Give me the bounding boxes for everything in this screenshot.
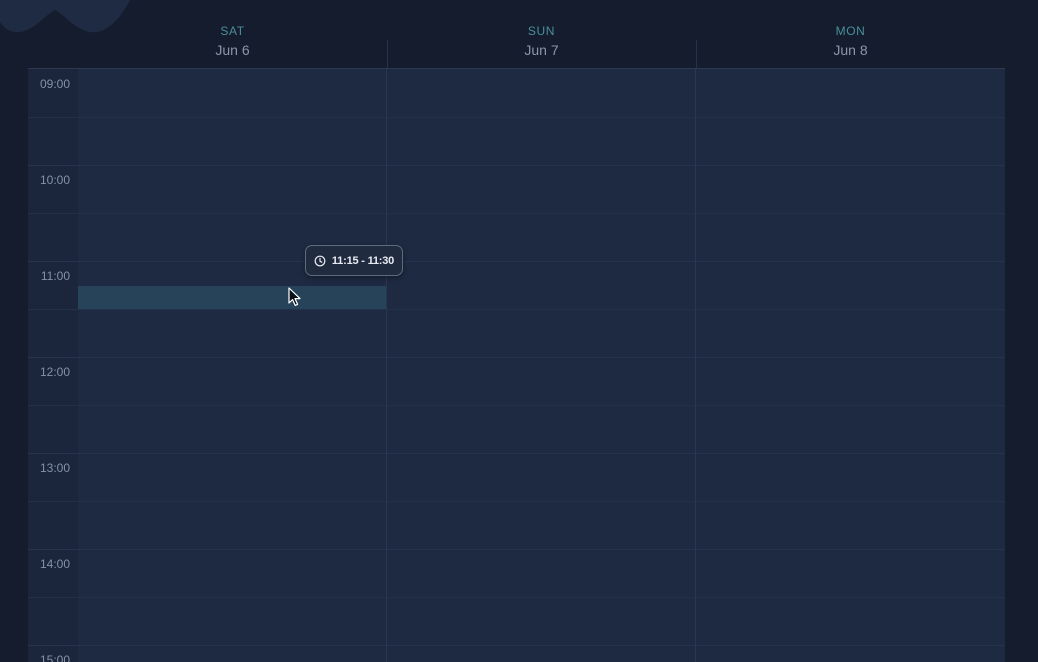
half-hour-line — [28, 597, 1005, 598]
time-grid: 09:00 10:00 11:00 12:00 13:00 14:00 15:0… — [28, 69, 1005, 662]
hour-line — [28, 645, 1005, 646]
day-column-sat[interactable] — [78, 69, 386, 662]
hour-label: 13:00 — [39, 461, 70, 475]
half-hour-line — [28, 213, 1005, 214]
selection-time-tooltip: 11:15 - 11:30 — [305, 245, 403, 276]
day-header-sun[interactable]: SUN Jun 7 — [387, 0, 696, 69]
day-name: SUN — [527, 24, 556, 38]
half-hour-line — [28, 117, 1005, 118]
day-date: Jun 7 — [524, 42, 559, 58]
day-column-sun[interactable] — [387, 69, 695, 662]
clock-icon — [314, 255, 326, 266]
column-separator — [386, 69, 387, 662]
day-header-sat[interactable]: SAT Jun 6 — [78, 0, 387, 69]
hour-line — [28, 261, 1005, 262]
hour-line — [28, 453, 1005, 454]
hour-label: 15:00 — [39, 653, 70, 662]
hour-label: 10:00 — [39, 173, 70, 187]
hour-line — [28, 357, 1005, 358]
day-name: SAT — [220, 24, 245, 38]
day-header-row: SAT Jun 6 SUN Jun 7 MON Jun 8 — [78, 0, 1005, 69]
hour-label: 11:00 — [40, 269, 70, 283]
day-header-mon[interactable]: MON Jun 8 — [696, 0, 1005, 69]
day-column-mon[interactable] — [696, 69, 1005, 662]
hour-line — [28, 549, 1005, 550]
half-hour-line — [28, 405, 1005, 406]
hour-label: 09:00 — [39, 77, 70, 91]
column-separator — [695, 69, 696, 662]
hour-label: 14:00 — [39, 557, 70, 571]
day-date: Jun 6 — [215, 42, 250, 58]
hour-label: 12:00 — [39, 365, 70, 379]
selected-time-slot[interactable] — [78, 286, 386, 309]
hour-line — [28, 165, 1005, 166]
half-hour-line — [28, 309, 1005, 310]
day-date: Jun 8 — [833, 42, 868, 58]
half-hour-line — [28, 501, 1005, 502]
pointer-cursor-icon — [288, 287, 301, 306]
day-name: MON — [835, 24, 866, 38]
tooltip-time-range: 11:15 - 11:30 — [331, 254, 395, 267]
calendar-app: SAT Jun 6 SUN Jun 7 MON Jun 8 09:00 10:0… — [0, 0, 1038, 662]
